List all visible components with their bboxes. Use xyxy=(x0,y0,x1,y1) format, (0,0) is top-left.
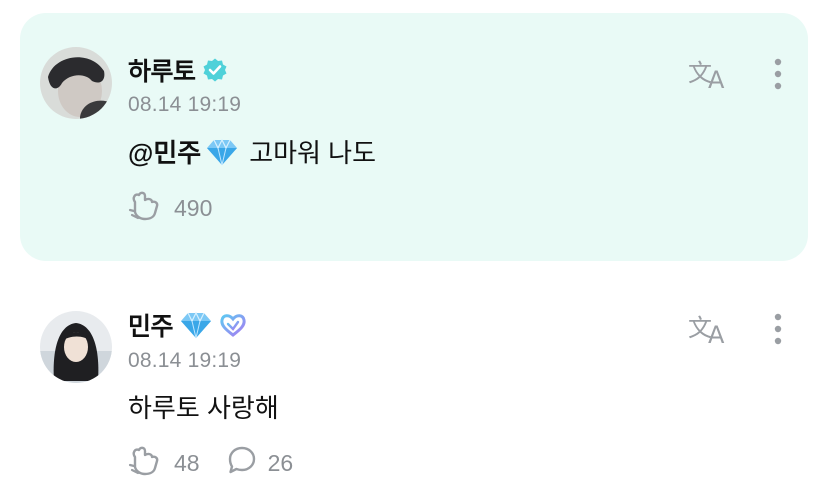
author-name[interactable]: 민주 xyxy=(128,307,174,343)
comment-text: @민주 고마워 나도 xyxy=(128,133,376,170)
reply-count: 26 xyxy=(267,449,294,476)
reaction-count: 490 xyxy=(174,194,213,221)
comment-thread: 하루토 08.14 19:19 @민주 고마워 나도 490 文 A 민주 08… xyxy=(0,0,827,499)
more-vertical-icon[interactable] xyxy=(774,313,782,345)
author-name[interactable]: 하루토 xyxy=(128,52,196,88)
author-row: 민주 xyxy=(128,307,247,343)
reply-button[interactable]: 26 xyxy=(226,444,294,482)
avatar[interactable] xyxy=(40,47,112,119)
comment-actions: 490 xyxy=(128,189,228,227)
mention-link[interactable]: @민주 xyxy=(128,133,201,170)
heart-hand-icon xyxy=(128,189,164,227)
diamond-icon xyxy=(179,310,213,340)
comment-body: 하루토 사랑해 xyxy=(128,393,279,423)
comment-card-highlighted: 하루토 08.14 19:19 @민주 고마워 나도 490 文 A xyxy=(20,13,808,261)
avatar[interactable] xyxy=(40,311,112,383)
diamond-icon xyxy=(205,137,239,167)
comment-timestamp: 08.14 19:19 xyxy=(128,349,242,372)
translate-icon[interactable]: 文 A xyxy=(688,312,730,346)
translate-icon[interactable]: 文 A xyxy=(688,57,730,91)
heart-hand-icon xyxy=(128,444,164,482)
heart-badge-icon xyxy=(219,312,247,338)
comment-timestamp: 08.14 19:19 xyxy=(128,93,242,116)
reaction-count: 48 xyxy=(174,449,200,476)
more-vertical-icon[interactable] xyxy=(774,58,782,90)
svg-text:A: A xyxy=(708,66,725,91)
reaction-button[interactable]: 490 xyxy=(128,189,212,227)
comment-tools: 文 A xyxy=(688,312,782,346)
author-row: 하루토 xyxy=(128,52,228,88)
comment-text: 하루토 사랑해 xyxy=(128,388,279,425)
speech-bubble-icon xyxy=(226,444,258,482)
verified-badge-icon xyxy=(202,57,228,83)
reaction-button[interactable]: 48 xyxy=(128,444,200,482)
comment-tools: 文 A xyxy=(688,57,782,91)
svg-text:A: A xyxy=(708,321,725,346)
comment-card: 민주 08.14 19:19 하루토 사랑해 48 26 文 A xyxy=(20,292,808,492)
comment-actions: 48 26 xyxy=(128,444,309,482)
comment-body: 고마워 나도 xyxy=(249,138,377,168)
